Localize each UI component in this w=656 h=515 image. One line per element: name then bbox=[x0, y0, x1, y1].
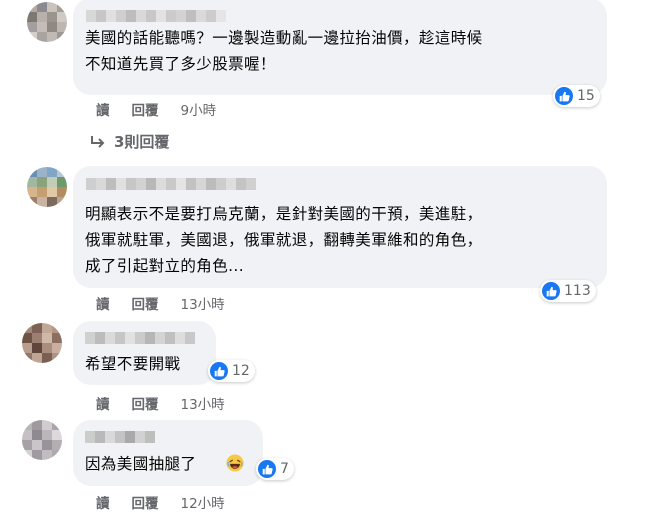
laughing-emoji-icon bbox=[226, 454, 244, 472]
author-name[interactable] bbox=[86, 10, 226, 22]
comment-bubble: 希望不要開戰 bbox=[73, 321, 216, 385]
comment-bubble: 美國的話能聽嗎？一邊製造動亂一邊拉抬油價，趁這時候 不知道先買了多少股票喔！ bbox=[73, 0, 607, 95]
read-link[interactable]: 讀 bbox=[96, 393, 110, 413]
avatar[interactable] bbox=[22, 323, 62, 363]
avatar-pixels bbox=[22, 420, 62, 460]
avatar-pixels bbox=[27, 2, 67, 42]
reaction-count[interactable]: 15 bbox=[553, 85, 600, 107]
read-link[interactable]: 讀 bbox=[96, 99, 110, 119]
comment-text: 美國的話能聽嗎？一邊製造動亂一邊拉抬油價，趁這時候 不知道先買了多少股票喔！ bbox=[85, 29, 483, 73]
author-name[interactable] bbox=[85, 431, 155, 443]
reply-button[interactable]: 回覆 bbox=[132, 393, 159, 413]
timestamp[interactable]: 13小時 bbox=[181, 393, 225, 413]
comment-actions: 讀 回覆 9小時 bbox=[96, 99, 216, 119]
reply-button[interactable]: 回覆 bbox=[132, 492, 159, 512]
read-link[interactable]: 讀 bbox=[96, 293, 110, 313]
reaction-count[interactable]: 12 bbox=[208, 360, 255, 382]
reply-button[interactable]: 回覆 bbox=[132, 293, 159, 313]
comment-text: 希望不要開戰 bbox=[85, 355, 181, 373]
author-name[interactable] bbox=[86, 178, 256, 190]
view-replies-label: 3則回覆 bbox=[114, 133, 170, 151]
comment-bubble: 明顯表示不是要打烏克蘭，是針對美國的干預，美進駐， 俄軍就駐軍，美國退，俄軍就退… bbox=[73, 166, 607, 288]
comment-bubble: 因為美國抽腿了 bbox=[73, 420, 263, 486]
like-icon bbox=[555, 87, 573, 105]
comment-text: 因為美國抽腿了 bbox=[85, 455, 197, 473]
avatar-pixels bbox=[22, 323, 62, 363]
timestamp[interactable]: 13小時 bbox=[181, 293, 225, 313]
like-icon bbox=[210, 362, 228, 380]
comment-actions: 讀 回覆 13小時 bbox=[96, 293, 225, 313]
avatar-pixels bbox=[27, 167, 67, 207]
reaction-count[interactable]: 113 bbox=[540, 280, 596, 302]
avatar[interactable] bbox=[27, 167, 67, 207]
like-count: 7 bbox=[280, 461, 289, 477]
like-count: 113 bbox=[564, 283, 591, 299]
comment-actions: 讀 回覆 12小時 bbox=[96, 492, 225, 512]
reply-button[interactable]: 回覆 bbox=[132, 99, 159, 119]
avatar[interactable] bbox=[27, 2, 67, 42]
reply-arrow-icon bbox=[91, 135, 105, 148]
comment-actions: 讀 回覆 13小時 bbox=[96, 393, 225, 413]
author-name[interactable] bbox=[85, 332, 195, 344]
comment-text: 明顯表示不是要打烏克蘭，是針對美國的干預，美進駐， 俄軍就駐軍，美國退，俄軍就退… bbox=[85, 205, 483, 275]
like-icon bbox=[542, 282, 560, 300]
reaction-count[interactable]: 7 bbox=[256, 458, 294, 480]
avatar[interactable] bbox=[22, 420, 62, 460]
like-count: 12 bbox=[232, 363, 250, 379]
like-icon bbox=[258, 460, 276, 478]
like-count: 15 bbox=[577, 88, 595, 104]
timestamp[interactable]: 9小時 bbox=[181, 99, 217, 119]
read-link[interactable]: 讀 bbox=[96, 492, 110, 512]
timestamp[interactable]: 12小時 bbox=[181, 492, 225, 512]
view-replies-link[interactable]: 3則回覆 bbox=[90, 131, 169, 152]
